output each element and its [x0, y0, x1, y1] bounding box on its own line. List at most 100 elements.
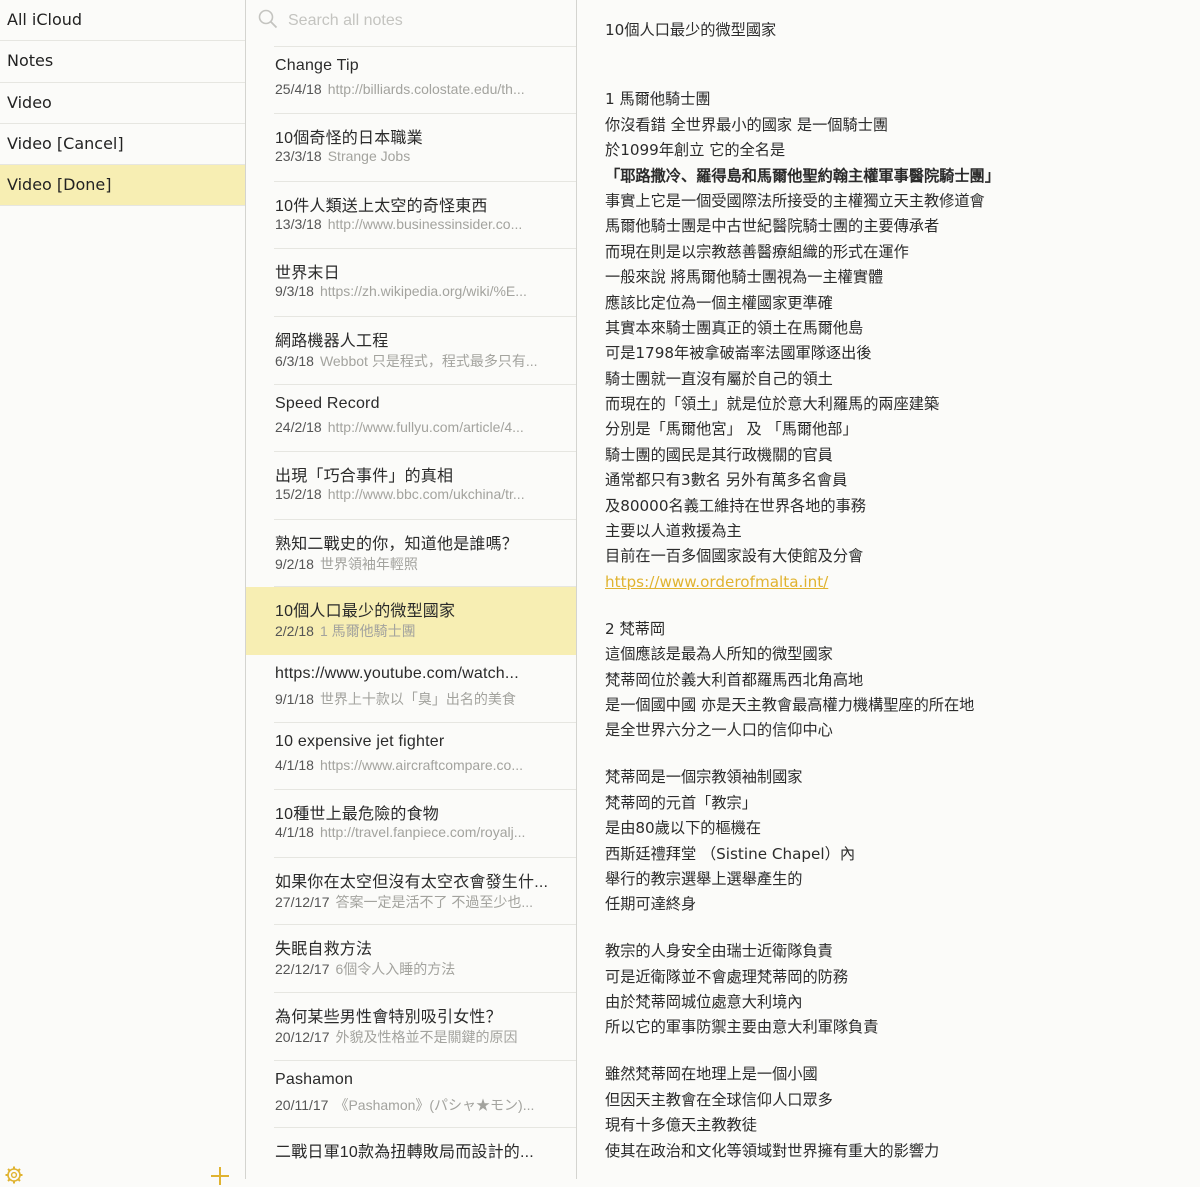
note-list-item[interactable]: 網路機器人工程 6/3/18 Webbot 只是程式，程式最多只有...	[246, 317, 576, 385]
note-list-item[interactable]: 出現「巧合事件」的真相 15/2/18 http://www.bbc.com/ukc…	[246, 452, 576, 520]
note-line: 你沒看錯 全世界最小的國家 是一個騎士團	[605, 115, 889, 134]
note-line: 目前在一百多個國家設有大使館及分會	[605, 547, 864, 566]
note-list: 27/4/18https://www.reddit.com/r/ab2/...C…	[246, 0, 577, 1179]
note-item-preview: https://zh.wikipedia.org/wiki/%E...	[319, 283, 527, 300]
note-line: 通常都只有3數名 另外有萬多名會員	[605, 471, 848, 490]
note-line: 而現在的「領土」就是位於意大利羅馬的兩座建築	[605, 395, 940, 414]
note-item-meta: 27/12/17 答案一定是活不了 不過至少也...	[275, 892, 565, 912]
note-item-date: 9/2/18	[275, 555, 314, 572]
note-line: 可是近衛隊並不會處理梵蒂岡的防務	[605, 967, 848, 986]
note-item-title: https://www.youtube.com/watch...	[275, 665, 519, 682]
note-line: 於1099年創立 它的全名是	[605, 141, 786, 160]
note-item-date: 24/2/18	[275, 418, 322, 435]
note-line: 1 馬爾他騎士團	[605, 90, 711, 109]
note-item-preview: 世界上十款以「臭」出名的美食	[319, 691, 516, 707]
note-line: 舉行的教宗選舉上選舉產生的	[605, 869, 803, 888]
note-item-meta: 2/2/18 1 馬爾他騎士團	[275, 621, 565, 641]
note-list-item[interactable]: 10種世上最危險的食物 4/1/18 http://travel.fanpiece.…	[246, 790, 576, 858]
folder-item[interactable]: Video [Cancel]	[0, 124, 245, 166]
note-line: 西斯廷禮拜堂 （Sistine Chapel）內	[605, 844, 856, 863]
note-list-item[interactable]: Change Tip 25/4/18 http://billiards.colost…	[246, 47, 576, 115]
note-line: 梵蒂岡的元首「教宗」	[605, 793, 757, 812]
sidebar-footer	[0, 1161, 245, 1185]
note-list-item[interactable]: 10個人口最少的微型國家 2/2/18 1 馬爾他騎士團	[246, 587, 576, 655]
note-item-meta: 25/4/18 http://billiards.colostate.edu/th…	[275, 81, 565, 97]
note-item-title: 10件人類送上太空的奇怪東西	[275, 197, 488, 215]
note-title: 10個人口最少的微型國家	[605, 21, 777, 39]
note-line: 可是1798年被拿破崙率法國軍隊逐出後	[605, 344, 872, 363]
note-item-date: 23/3/18	[275, 148, 322, 165]
note-item-meta: 9/3/18 https://zh.wikipedia.org/wiki/%E..…	[275, 283, 565, 299]
note-list-item[interactable]: 10個奇怪的日本職業 23/3/18 Strange Jobs	[246, 114, 576, 182]
note-item-preview: http://www.bbc.com/ukchina/tr...	[327, 486, 525, 503]
note-item-meta	[275, 1162, 565, 1178]
note-item-title: 世界末日	[275, 265, 340, 283]
note-list-item[interactable]: Pashamon 20/11/17 《Pashamon》(パシャ★モン)...	[246, 1061, 576, 1129]
note-item-title: Speed Record	[275, 394, 380, 412]
note-item-preview: http://travel.fanpiece.com/royalj...	[319, 824, 526, 841]
note-line: 馬爾他騎士團是中古世紀醫院騎士團的主要傳承者	[605, 217, 940, 236]
note-line: 其實本來騎士團真正的領土在馬爾他島	[605, 318, 864, 337]
note-item-date: 13/3/18	[275, 215, 322, 232]
note-item-title: 10 expensive jet fighter	[275, 732, 445, 750]
note-list-item[interactable]: 失眠自救方法 22/12/17 6個令人入睡的方法	[246, 925, 576, 993]
note-list-item[interactable]: 10件人類送上太空的奇怪東西 13/3/18 http://www.business…	[246, 182, 576, 250]
folder-item[interactable]: Video [Done]	[0, 165, 245, 207]
note-item-date: 22/12/17	[275, 961, 330, 978]
note-line: 「耶路撒冷、羅得島和馬爾他聖約翰主權軍事醫院騎士團」	[605, 166, 1000, 185]
note-item-date: 2/2/18	[275, 623, 314, 640]
folder-sidebar: All iCloud Notes Video Video [Cancel] Video …	[0, 0, 246, 1185]
note-item-meta: 4/1/18 http://travel.fanpiece.com/royalj.…	[275, 824, 565, 840]
note-item-preview: Strange Jobs	[327, 148, 411, 165]
note-line: 及80000名義工維持在世界各地的事務	[605, 496, 866, 515]
note-item-preview: 世界領袖年輕照	[319, 555, 418, 572]
note-line: 梵蒂岡位於義大利首都羅馬西北角高地	[605, 670, 864, 689]
note-line: 主要以人道救援為主	[605, 522, 742, 541]
note-item-preview: 6個令人入睡的方法	[335, 961, 456, 978]
note-item-title: 網路機器人工程	[275, 333, 389, 350]
note-item-title: 如果你在太空但沒有太空衣會發生什...	[275, 873, 549, 891]
note-link[interactable]: https://www.orderofmalta.int/	[605, 573, 828, 591]
note-item-preview: 《Pashamon》(パシャ★モン)...	[334, 1096, 535, 1113]
note-item-title: 10個人口最少的微型國家	[275, 603, 456, 621]
note-line: 雖然梵蒂岡在地理上是一個小國	[605, 1065, 818, 1084]
note-line: 是全世界六分之一人口的信仰中心	[605, 721, 833, 740]
note-list-item[interactable]: Speed Record 24/2/18 http://www.fullyu.com…	[246, 385, 576, 453]
note-list-item[interactable]: 10 expensive jet fighter 4/1/18 https://ww…	[246, 723, 576, 791]
note-line: 使其在政治和文化等領域對世界擁有重大的影響力	[605, 1141, 940, 1160]
note-line: 由於梵蒂岡城位處意大利境內	[605, 993, 803, 1012]
note-item-preview: http://www.businessinsider.co...	[327, 215, 523, 232]
note-item-title: Pashamon	[275, 1070, 354, 1088]
note-item-title: 出現「巧合事件」的真相	[275, 468, 454, 486]
plus-icon[interactable]	[209, 1165, 231, 1187]
search-input[interactable]	[286, 8, 560, 34]
note-editor[interactable]: 10個人口最少的微型國家 1 馬爾他騎士團你沒看錯 全世界最小的國家 是一個騎士…	[577, 0, 1200, 1179]
note-body-lines: 1 馬爾他騎士團你沒看錯 全世界最小的國家 是一個騎士團 於1099年創立 它的全…	[605, 87, 1185, 1164]
folder-item[interactable]: Video	[0, 83, 245, 124]
note-item-title: 失眠自救方法	[275, 941, 373, 959]
folder-item[interactable]: Notes	[0, 41, 245, 83]
note-list-item[interactable]: 世界末日 9/3/18 https://zh.wikipedia.org/wiki/…	[246, 249, 576, 317]
note-line: 一般來說 將馬爾他騎士團視為一主權實體	[605, 268, 884, 287]
note-line: 梵蒂岡是一個宗教領袖制國家	[605, 768, 803, 787]
note-list-item[interactable]: 二戰日軍10款為扭轉敗局而設計的...	[246, 1128, 576, 1179]
note-list-item[interactable]: https://www.youtube.com/watch... 9/1/18 世界…	[246, 655, 576, 723]
note-line: 而現在則是以宗教慈善醫療組織的形式在運作	[605, 242, 909, 261]
note-list-item[interactable]: 為何某些男性會特別吸引女性？ 20/12/17 外貌及性格並不是關鍵的原因	[246, 993, 576, 1061]
note-item-meta: 20/11/17 《Pashamon》(パシャ★モン)...	[275, 1095, 565, 1115]
note-content[interactable]: 10個人口最少的微型國家 1 馬爾他騎士團你沒看錯 全世界最小的國家 是一個騎士…	[605, 18, 1185, 1164]
note-item-meta: 9/1/18 世界上十款以「臭」出名的美食	[275, 689, 565, 709]
note-item-preview: https://www.aircraftcompare.co...	[319, 756, 524, 773]
gear-icon[interactable]	[4, 1165, 24, 1185]
note-item-meta: 23/3/18 Strange Jobs	[275, 148, 565, 164]
note-item-meta: 20/12/17 外貌及性格並不是關鍵的原因	[275, 1027, 565, 1047]
note-list-item[interactable]: 熟知二戰史的你，知道他是誰嗎？ 9/2/18 世界領袖年輕照	[246, 520, 576, 588]
folder-item[interactable]: All iCloud	[0, 0, 245, 42]
note-item-meta: 24/2/18 http://www.fullyu.com/article/4..…	[275, 419, 565, 435]
note-list-item[interactable]: 如果你在太空但沒有太空衣會發生什... 27/12/17 答案一定是活不了 不過至少…	[246, 858, 576, 926]
note-item-date: 9/1/18	[275, 691, 314, 707]
note-line: 是由80歲以下的樞機在	[605, 819, 762, 838]
note-item-preview: Webbot 只是程式，程式最多只有...	[319, 353, 538, 369]
